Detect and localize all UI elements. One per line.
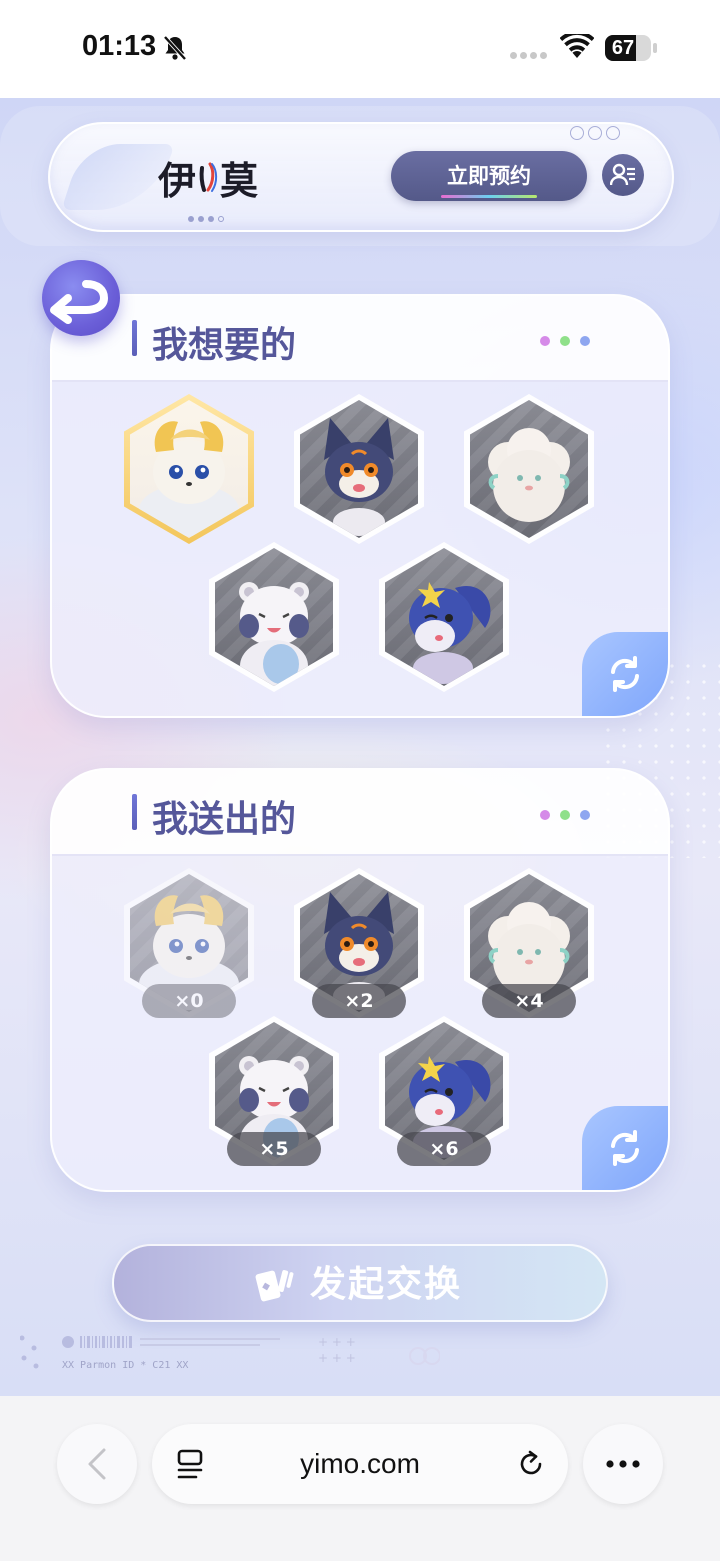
reserve-now-label: 立即预约 xyxy=(447,164,531,188)
count-badge: ×2 xyxy=(312,984,406,1018)
avatar-fluffy-sheep[interactable] xyxy=(464,394,594,544)
title-accent-bar xyxy=(132,320,137,356)
status-time: 01:13 xyxy=(82,30,157,62)
title-accent-bar xyxy=(132,794,137,830)
battery-percent: 67 xyxy=(611,37,635,59)
robot-icon xyxy=(570,126,584,140)
svg-text:+ + +: + + + xyxy=(318,1335,356,1349)
star-badge-icon xyxy=(588,126,602,140)
give-refresh-button[interactable] xyxy=(582,1106,668,1190)
avatar-navy-fox[interactable] xyxy=(294,394,424,544)
avatar-white-bear[interactable] xyxy=(209,542,339,692)
refresh-icon xyxy=(611,656,639,692)
event-page: 伊 莫 立即预约 我想要的 我送出的 ×0 ×2 ×4 ×5 ×6 发起交换 +… xyxy=(0,98,720,1396)
avatar-navy-fox[interactable]: ×2 xyxy=(294,868,424,1018)
avatar-blue-star-squirrel[interactable]: ×6 xyxy=(379,1016,509,1166)
count-badge: ×4 xyxy=(482,984,576,1018)
avatar-yellow-cloud-fox[interactable] xyxy=(124,394,254,544)
more-options-button[interactable] xyxy=(583,1424,663,1504)
want-section-title: 我想要的 xyxy=(152,325,297,366)
browser-toolbar: yimo.com xyxy=(0,1396,720,1561)
cellular-signal-icon xyxy=(510,52,547,59)
logo-pager-dots xyxy=(188,216,224,222)
back-button[interactable] xyxy=(42,260,120,336)
start-exchange-label: 发起交换 xyxy=(310,1264,463,1305)
count-badge: ×0 xyxy=(142,984,236,1018)
reserve-underline xyxy=(441,195,537,198)
battery-tip xyxy=(653,43,657,53)
cards-exchange-icon xyxy=(255,1270,294,1302)
dot-blue xyxy=(580,810,590,820)
url-text: yimo.com xyxy=(300,1448,420,1479)
title-dots xyxy=(540,336,590,346)
return-arrow-icon xyxy=(50,280,109,324)
header-mini-icons xyxy=(570,126,620,140)
give-section-title: 我送出的 xyxy=(152,799,297,840)
svg-text:莫: 莫 xyxy=(220,158,259,203)
footer-id-text: XX Parmon ID * C21 XX xyxy=(62,1360,189,1371)
dot-green xyxy=(560,336,570,346)
avatar-blue-star-squirrel[interactable] xyxy=(379,542,509,692)
reserve-now-button[interactable]: 立即预约 xyxy=(391,151,587,201)
start-exchange-button[interactable]: 发起交换 xyxy=(112,1244,608,1322)
avatar-white-bear[interactable]: ×5 xyxy=(209,1016,339,1166)
chevron-left-icon xyxy=(88,1448,106,1480)
avatar-fluffy-sheep[interactable]: ×4 xyxy=(464,868,594,1018)
user-list-icon xyxy=(610,163,635,186)
count-badge: ×5 xyxy=(227,1132,321,1166)
refresh-icon xyxy=(611,1130,639,1166)
address-bar[interactable]: yimo.com xyxy=(152,1424,568,1504)
paw-icon xyxy=(606,126,620,140)
title-divider xyxy=(52,380,668,382)
profile-button[interactable] xyxy=(602,154,644,196)
avatar-yellow-cloud-fox[interactable]: ×0 xyxy=(124,868,254,1018)
dot-blue xyxy=(580,336,590,346)
more-dots-icon xyxy=(606,1460,640,1468)
svg-text:伊: 伊 xyxy=(158,158,197,203)
dot-pink xyxy=(540,810,550,820)
status-bar: 01:13 67 xyxy=(0,0,720,98)
want-section-card: 我想要的 xyxy=(50,294,670,718)
browser-back-button[interactable] xyxy=(57,1424,137,1504)
count-badge: ×6 xyxy=(397,1132,491,1166)
decorative-barcode: + + + + + + xyxy=(20,1335,440,1369)
title-dots xyxy=(540,810,590,820)
reload-icon[interactable] xyxy=(516,1449,546,1479)
dot-pink xyxy=(540,336,550,346)
give-section-card: 我送出的 ×0 ×2 ×4 ×5 ×6 xyxy=(50,768,670,1192)
title-divider xyxy=(52,854,668,856)
header-card: 伊 莫 立即预约 xyxy=(48,122,674,232)
game-logo: 伊 莫 xyxy=(157,152,268,208)
dot-green xyxy=(560,810,570,820)
bell-off-icon xyxy=(163,35,187,61)
wifi-icon xyxy=(560,34,594,58)
svg-text:+ + +: + + + xyxy=(318,1351,356,1365)
battery-icon: 67 xyxy=(605,35,651,61)
